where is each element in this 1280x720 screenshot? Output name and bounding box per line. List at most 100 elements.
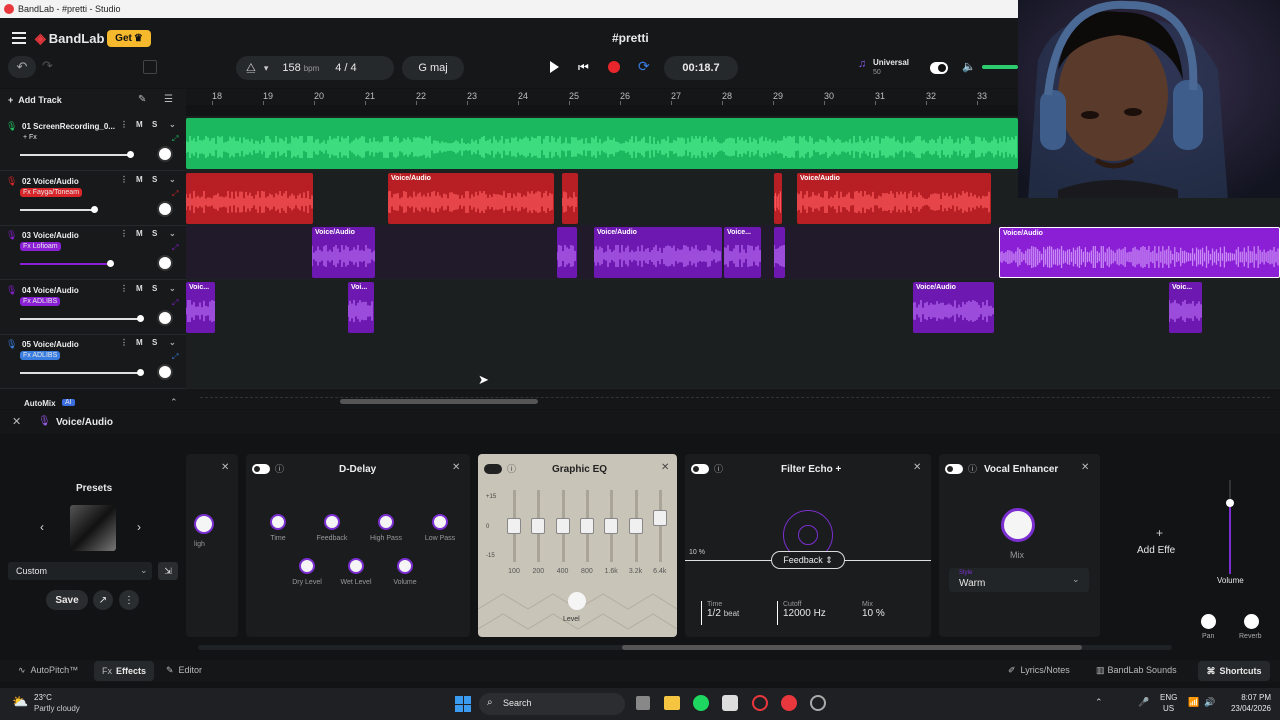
mic-tray-icon[interactable]: 🎤 bbox=[1138, 697, 1149, 708]
eq-band-fader[interactable] bbox=[579, 518, 594, 534]
share-icon[interactable]: ↗ bbox=[93, 590, 113, 610]
more-icon[interactable]: ⋮ bbox=[120, 284, 128, 293]
time-signature[interactable]: 4 / 4 bbox=[335, 62, 356, 74]
track-lane[interactable] bbox=[186, 334, 1280, 390]
editor-tab[interactable]: ✎ Editor bbox=[166, 665, 202, 676]
mute-button[interactable]: M bbox=[136, 284, 143, 293]
volume-tray-icon[interactable]: 🔊 bbox=[1204, 697, 1215, 708]
slider-thumb[interactable] bbox=[107, 260, 114, 268]
ddelay-knob[interactable] bbox=[299, 558, 315, 574]
track-fx-chip[interactable]: Fx Fayga/Toneam bbox=[20, 187, 83, 197]
close-effect-icon[interactable]: ✕ bbox=[221, 462, 229, 473]
slider-thumb[interactable] bbox=[91, 205, 98, 213]
track-fx-chip[interactable]: Fx Lofioam bbox=[20, 242, 61, 252]
track-fx-chip[interactable]: Fx ADLIBS bbox=[20, 296, 61, 306]
fx-scrollbar-thumb[interactable] bbox=[622, 645, 1082, 650]
close-fx-icon[interactable]: ✕ bbox=[12, 415, 21, 428]
track-settings-icon[interactable]: ☰ bbox=[164, 94, 173, 105]
effects-tab[interactable]: Fx Effects bbox=[94, 661, 154, 681]
audio-clip[interactable] bbox=[186, 118, 1018, 169]
clock-time[interactable]: 8:07 PM bbox=[1227, 693, 1271, 702]
chevron-down-icon[interactable]: ⌄ bbox=[169, 229, 176, 238]
mute-button[interactable]: M bbox=[136, 229, 143, 238]
audio-clip[interactable] bbox=[562, 172, 578, 224]
feedback-selector[interactable]: Feedback ⇕ bbox=[771, 551, 845, 569]
fx-scrollbar-track[interactable] bbox=[198, 645, 1172, 650]
prev-effect-knob[interactable] bbox=[194, 514, 214, 534]
track-volume-slider[interactable] bbox=[20, 317, 140, 320]
speaker-icon[interactable]: 🔈 bbox=[962, 60, 976, 73]
piano-roll-icon[interactable] bbox=[143, 60, 157, 74]
track-pan-knob[interactable] bbox=[157, 146, 173, 162]
level-knob[interactable] bbox=[568, 592, 586, 610]
file-explorer-icon[interactable] bbox=[664, 696, 680, 710]
skip-back-icon[interactable]: ⏮ bbox=[578, 61, 589, 73]
solo-button[interactable]: S bbox=[152, 229, 157, 238]
info-icon[interactable]: ⓘ bbox=[507, 462, 516, 475]
info-icon[interactable]: ⓘ bbox=[714, 462, 723, 475]
taskbar-search[interactable]: ⌕ Search bbox=[479, 693, 625, 715]
track-name[interactable]: 05 Voice/Audio bbox=[22, 340, 79, 349]
chevron-down-icon[interactable]: ⌄ bbox=[169, 175, 176, 184]
reverb-knob[interactable] bbox=[1244, 614, 1259, 629]
track-header[interactable]: 🎙 05 Voice/Audio Fx ADLIBS ⋮ M S ⌄ ⤢ bbox=[0, 334, 186, 390]
close-effect-icon[interactable]: ✕ bbox=[452, 462, 460, 473]
close-effect-icon[interactable]: ✕ bbox=[661, 462, 669, 473]
save-preset-button[interactable]: Save bbox=[46, 590, 88, 610]
preset-next-icon[interactable]: › bbox=[137, 520, 141, 534]
close-effect-icon[interactable]: ✕ bbox=[1081, 462, 1089, 473]
loop-icon[interactable]: ⟳ bbox=[638, 58, 650, 75]
info-icon[interactable]: ⓘ bbox=[968, 462, 977, 475]
key-selector[interactable]: G maj bbox=[402, 56, 464, 80]
lyrics-button[interactable]: ✐ Lyrics/Notes bbox=[1008, 665, 1070, 676]
style-dropdown[interactable]: Style Warm ⌄ bbox=[949, 568, 1089, 592]
opera-icon[interactable] bbox=[752, 695, 768, 711]
audio-clip[interactable]: Voice/Audio bbox=[797, 172, 991, 224]
reset-preset-icon[interactable]: ⇲ bbox=[158, 562, 178, 580]
slider-thumb[interactable] bbox=[137, 369, 144, 377]
tool-icon[interactable]: ✎ bbox=[138, 94, 146, 105]
solo-button[interactable]: S bbox=[152, 284, 157, 293]
app-icon[interactable] bbox=[810, 695, 826, 711]
plus-icon[interactable]: + bbox=[1156, 526, 1163, 540]
add-track-button[interactable]: + Add Track bbox=[8, 95, 62, 105]
eq-band-fader[interactable] bbox=[604, 518, 619, 534]
ddelay-knob[interactable] bbox=[348, 558, 364, 574]
track-pan-knob[interactable] bbox=[157, 200, 173, 217]
brand-logo[interactable]: ◈ BandLab bbox=[35, 30, 104, 47]
taskview-icon[interactable] bbox=[636, 696, 650, 710]
audio-clip[interactable] bbox=[774, 172, 782, 224]
track-lane[interactable]: Voice/Audio Voice/Audio Voice... Voice/Audi… bbox=[186, 225, 1280, 281]
track-name[interactable]: 03 Voice/Audio bbox=[22, 231, 79, 240]
get-button[interactable]: Get ♛ bbox=[107, 30, 151, 47]
audio-clip[interactable]: Voic... bbox=[186, 281, 215, 333]
chevron-down-icon[interactable]: ▾ bbox=[264, 63, 269, 74]
info-icon[interactable]: ⓘ bbox=[275, 462, 284, 475]
slider-thumb[interactable] bbox=[127, 151, 134, 158]
solo-button[interactable]: S bbox=[152, 338, 157, 347]
more-icon[interactable]: ⋮ bbox=[120, 120, 128, 129]
track-name[interactable]: 02 Voice/Audio bbox=[22, 177, 79, 186]
slider-thumb[interactable] bbox=[137, 314, 144, 322]
more-icon[interactable]: ⋮ bbox=[120, 338, 128, 347]
track-header[interactable]: 🎙 03 Voice/Audio Fx Lofioam ⋮ M S ⌄ ⤢ bbox=[0, 225, 186, 281]
track-header[interactable]: 🎙 01 ScreenRecording_0... + Fx ⋮ M S ⌄ ⤢ bbox=[0, 116, 186, 171]
geq-toggle[interactable] bbox=[484, 464, 502, 474]
track-volume-slider[interactable] bbox=[20, 372, 140, 375]
audio-clip[interactable] bbox=[186, 172, 313, 224]
track-pan-knob[interactable] bbox=[157, 309, 173, 326]
audio-clip[interactable]: Voic... bbox=[1169, 281, 1202, 333]
track-fx-chip[interactable]: + Fx bbox=[20, 133, 40, 142]
track-header[interactable]: 🎙 04 Voice/Audio Fx ADLIBS ⋮ M S ⌄ ⤢ bbox=[0, 280, 186, 335]
add-effect-label[interactable]: Add Effe bbox=[1137, 545, 1175, 556]
audio-clip[interactable]: Voi... bbox=[348, 281, 374, 333]
tray-chevron-icon[interactable]: ⌃ bbox=[1095, 697, 1103, 708]
ddelay-knob[interactable] bbox=[432, 514, 448, 530]
bpm-value[interactable]: 158 bbox=[282, 62, 300, 74]
eq-band-fader[interactable] bbox=[507, 518, 521, 534]
menu-icon[interactable] bbox=[12, 32, 26, 44]
eq-band-fader[interactable] bbox=[531, 518, 546, 534]
lang-code[interactable]: ENG bbox=[1160, 693, 1177, 702]
timeline-scrollbar[interactable] bbox=[340, 399, 538, 404]
track-fx-chip[interactable]: Fx ADLIBS bbox=[20, 351, 61, 361]
